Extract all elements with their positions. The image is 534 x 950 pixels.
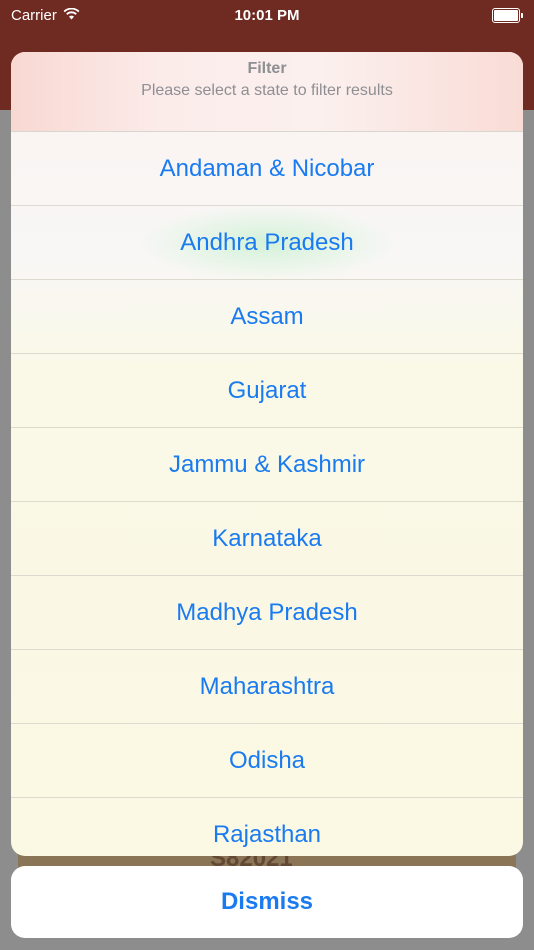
sheet-title: Filter [247, 60, 287, 77]
sheet-header: Filter Please select a state to filter r… [11, 52, 523, 132]
option-karnataka[interactable]: Karnataka [11, 502, 523, 576]
status-time: 10:01 PM [234, 6, 300, 24]
option-gujarat[interactable]: Gujarat [11, 354, 523, 428]
filter-action-sheet: Filter Please select a state to filter r… [11, 52, 523, 856]
option-rajasthan[interactable]: Rajasthan [11, 798, 523, 856]
dismiss-button[interactable]: Dismiss [11, 866, 523, 938]
battery-icon [492, 7, 523, 23]
option-madhya-pradesh[interactable]: Madhya Pradesh [11, 576, 523, 650]
option-jammu-kashmir[interactable]: Jammu & Kashmir [11, 428, 523, 502]
status-bar-left: Carrier [11, 7, 80, 24]
wifi-icon [63, 7, 80, 24]
carrier-label: Carrier [11, 6, 57, 24]
option-odisha[interactable]: Odisha [11, 724, 523, 798]
option-andhra-pradesh[interactable]: Andhra Pradesh [11, 206, 523, 280]
sheet-message: Please select a state to filter results [141, 82, 393, 99]
option-maharashtra[interactable]: Maharashtra [11, 650, 523, 724]
option-assam[interactable]: Assam [11, 280, 523, 354]
status-bar: Carrier 10:01 PM [0, 0, 534, 30]
option-andaman-nicobar[interactable]: Andaman & Nicobar [11, 132, 523, 206]
